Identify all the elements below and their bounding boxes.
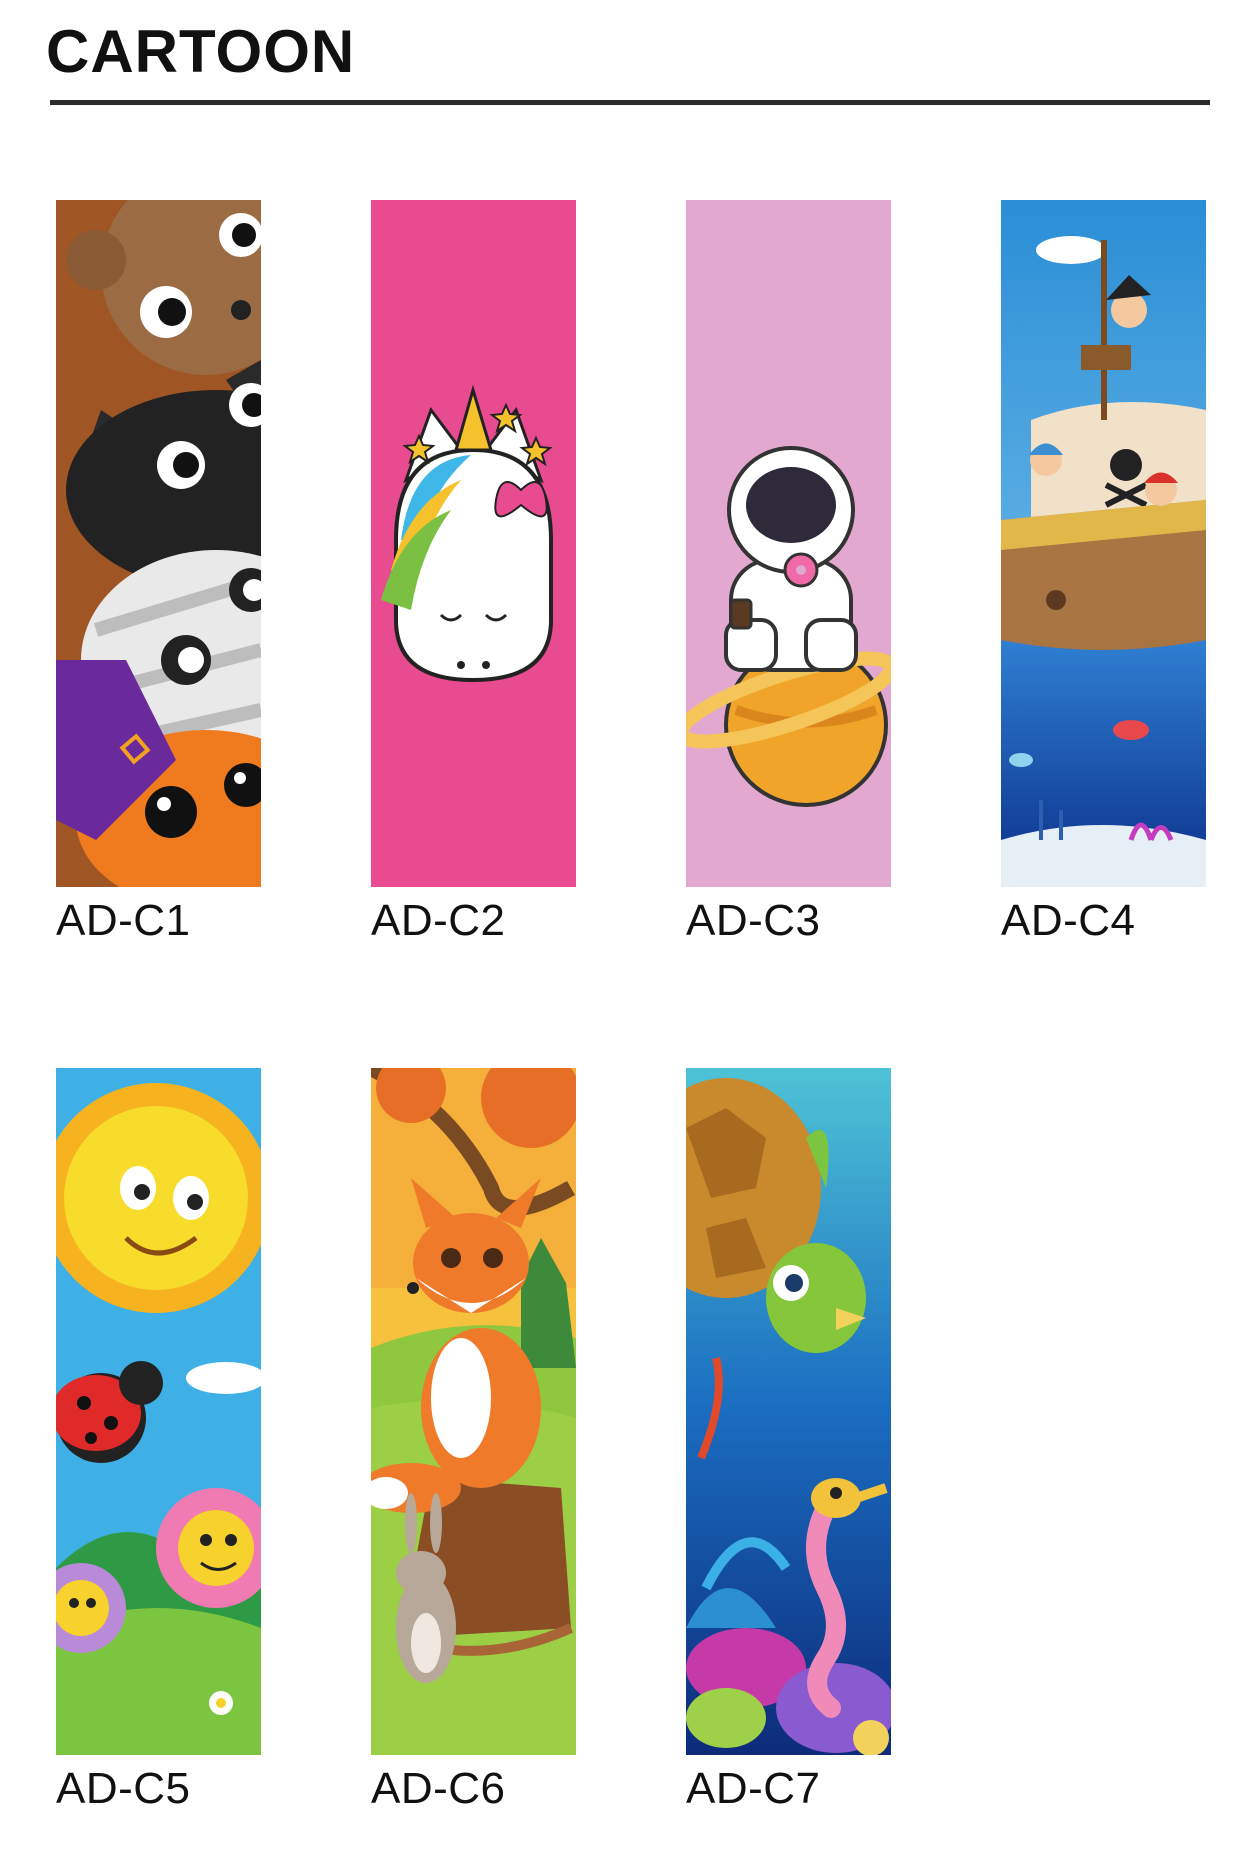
fox-rabbit-icon (371, 1068, 576, 1755)
design-card-c5[interactable]: AD-C5 (56, 1068, 261, 1811)
unicorn-icon (371, 200, 576, 887)
sun-flowers-icon (56, 1068, 261, 1755)
design-code: AD-C1 (56, 896, 191, 945)
design-card-c3[interactable]: AD-C3 (686, 200, 891, 943)
design-card-c2[interactable]: AD-C2 (371, 200, 576, 943)
design-code: AD-C4 (1001, 896, 1136, 945)
astronaut-icon (686, 200, 891, 887)
pirate-ship-icon (1001, 200, 1206, 887)
design-code: AD-C6 (371, 1764, 506, 1813)
design-code: AD-C7 (686, 1764, 821, 1813)
peeking-animals-icon (56, 200, 261, 887)
design-card-c6[interactable]: AD-C6 (371, 1068, 576, 1811)
design-code: AD-C2 (371, 896, 506, 945)
page-title: CARTOON (46, 18, 356, 85)
design-code: AD-C3 (686, 896, 821, 945)
design-code: AD-C5 (56, 1764, 191, 1813)
turtle-seahorse-icon (686, 1068, 891, 1755)
title-divider (50, 100, 1210, 105)
design-card-c4[interactable]: AD-C4 (1001, 200, 1206, 943)
design-card-c1[interactable]: AD-C1 (56, 200, 261, 943)
design-card-c7[interactable]: AD-C7 (686, 1068, 891, 1811)
